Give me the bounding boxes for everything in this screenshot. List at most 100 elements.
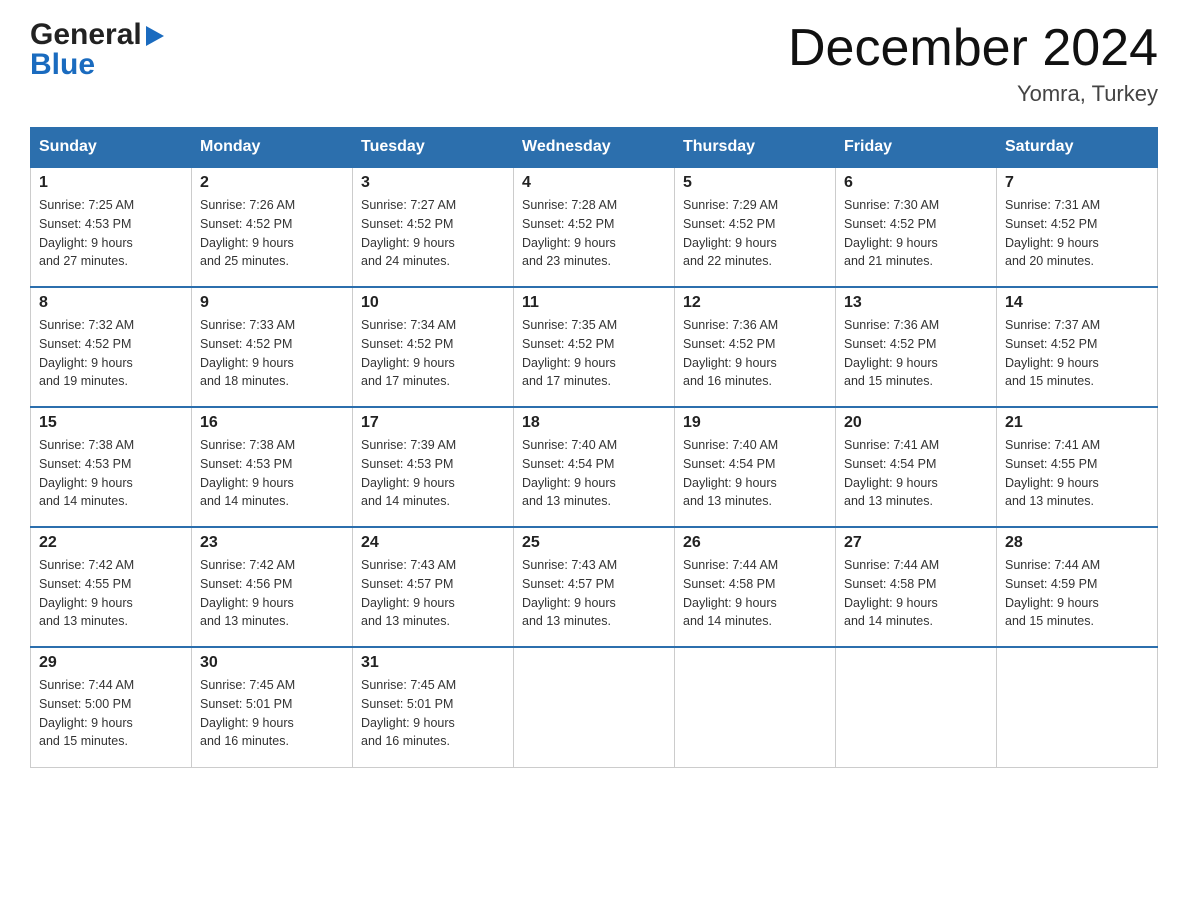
day-cell-6: 6 Sunrise: 7:30 AM Sunset: 4:52 PM Dayli… <box>836 167 997 287</box>
day-number: 18 <box>522 414 666 432</box>
day-info: Sunrise: 7:41 AM Sunset: 4:55 PM Dayligh… <box>1005 436 1149 511</box>
header-wednesday: Wednesday <box>514 128 675 168</box>
day-number: 11 <box>522 294 666 312</box>
day-info: Sunrise: 7:38 AM Sunset: 4:53 PM Dayligh… <box>39 436 183 511</box>
day-cell-30: 30 Sunrise: 7:45 AM Sunset: 5:01 PM Dayl… <box>192 647 353 767</box>
day-cell-21: 21 Sunrise: 7:41 AM Sunset: 4:55 PM Dayl… <box>997 407 1158 527</box>
day-number: 7 <box>1005 174 1149 192</box>
day-cell-19: 19 Sunrise: 7:40 AM Sunset: 4:54 PM Dayl… <box>675 407 836 527</box>
day-number: 5 <box>683 174 827 192</box>
day-info: Sunrise: 7:42 AM Sunset: 4:56 PM Dayligh… <box>200 556 344 631</box>
day-number: 30 <box>200 654 344 672</box>
empty-cell-w4-c4 <box>675 647 836 767</box>
day-info: Sunrise: 7:43 AM Sunset: 4:57 PM Dayligh… <box>361 556 505 631</box>
calendar-table: SundayMondayTuesdayWednesdayThursdayFrid… <box>30 127 1158 768</box>
day-number: 2 <box>200 174 344 192</box>
empty-cell-w4-c3 <box>514 647 675 767</box>
day-cell-24: 24 Sunrise: 7:43 AM Sunset: 4:57 PM Dayl… <box>353 527 514 647</box>
day-number: 21 <box>1005 414 1149 432</box>
day-cell-27: 27 Sunrise: 7:44 AM Sunset: 4:58 PM Dayl… <box>836 527 997 647</box>
day-info: Sunrise: 7:34 AM Sunset: 4:52 PM Dayligh… <box>361 316 505 391</box>
day-info: Sunrise: 7:29 AM Sunset: 4:52 PM Dayligh… <box>683 196 827 271</box>
day-number: 23 <box>200 534 344 552</box>
day-number: 8 <box>39 294 183 312</box>
day-info: Sunrise: 7:44 AM Sunset: 4:58 PM Dayligh… <box>844 556 988 631</box>
day-number: 3 <box>361 174 505 192</box>
day-number: 6 <box>844 174 988 192</box>
week-row-5: 29 Sunrise: 7:44 AM Sunset: 5:00 PM Dayl… <box>31 647 1158 767</box>
day-cell-22: 22 Sunrise: 7:42 AM Sunset: 4:55 PM Dayl… <box>31 527 192 647</box>
day-number: 24 <box>361 534 505 552</box>
header-friday: Friday <box>836 128 997 168</box>
day-cell-4: 4 Sunrise: 7:28 AM Sunset: 4:52 PM Dayli… <box>514 167 675 287</box>
day-cell-15: 15 Sunrise: 7:38 AM Sunset: 4:53 PM Dayl… <box>31 407 192 527</box>
day-cell-2: 2 Sunrise: 7:26 AM Sunset: 4:52 PM Dayli… <box>192 167 353 287</box>
day-number: 15 <box>39 414 183 432</box>
day-info: Sunrise: 7:44 AM Sunset: 4:58 PM Dayligh… <box>683 556 827 631</box>
day-info: Sunrise: 7:26 AM Sunset: 4:52 PM Dayligh… <box>200 196 344 271</box>
empty-cell-w4-c6 <box>997 647 1158 767</box>
day-info: Sunrise: 7:37 AM Sunset: 4:52 PM Dayligh… <box>1005 316 1149 391</box>
day-info: Sunrise: 7:44 AM Sunset: 4:59 PM Dayligh… <box>1005 556 1149 631</box>
header-monday: Monday <box>192 128 353 168</box>
day-number: 31 <box>361 654 505 672</box>
day-info: Sunrise: 7:31 AM Sunset: 4:52 PM Dayligh… <box>1005 196 1149 271</box>
header-saturday: Saturday <box>997 128 1158 168</box>
day-info: Sunrise: 7:35 AM Sunset: 4:52 PM Dayligh… <box>522 316 666 391</box>
day-info: Sunrise: 7:27 AM Sunset: 4:52 PM Dayligh… <box>361 196 505 271</box>
week-row-3: 15 Sunrise: 7:38 AM Sunset: 4:53 PM Dayl… <box>31 407 1158 527</box>
day-cell-5: 5 Sunrise: 7:29 AM Sunset: 4:52 PM Dayli… <box>675 167 836 287</box>
day-cell-29: 29 Sunrise: 7:44 AM Sunset: 5:00 PM Dayl… <box>31 647 192 767</box>
logo: General Blue <box>30 20 164 80</box>
day-cell-20: 20 Sunrise: 7:41 AM Sunset: 4:54 PM Dayl… <box>836 407 997 527</box>
day-info: Sunrise: 7:40 AM Sunset: 4:54 PM Dayligh… <box>522 436 666 511</box>
logo-general: General <box>30 20 142 50</box>
day-cell-17: 17 Sunrise: 7:39 AM Sunset: 4:53 PM Dayl… <box>353 407 514 527</box>
day-cell-18: 18 Sunrise: 7:40 AM Sunset: 4:54 PM Dayl… <box>514 407 675 527</box>
day-info: Sunrise: 7:25 AM Sunset: 4:53 PM Dayligh… <box>39 196 183 271</box>
day-number: 25 <box>522 534 666 552</box>
header-tuesday: Tuesday <box>353 128 514 168</box>
week-row-4: 22 Sunrise: 7:42 AM Sunset: 4:55 PM Dayl… <box>31 527 1158 647</box>
day-info: Sunrise: 7:39 AM Sunset: 4:53 PM Dayligh… <box>361 436 505 511</box>
day-cell-14: 14 Sunrise: 7:37 AM Sunset: 4:52 PM Dayl… <box>997 287 1158 407</box>
day-number: 10 <box>361 294 505 312</box>
day-number: 29 <box>39 654 183 672</box>
day-number: 27 <box>844 534 988 552</box>
week-row-1: 1 Sunrise: 7:25 AM Sunset: 4:53 PM Dayli… <box>31 167 1158 287</box>
day-cell-11: 11 Sunrise: 7:35 AM Sunset: 4:52 PM Dayl… <box>514 287 675 407</box>
day-info: Sunrise: 7:43 AM Sunset: 4:57 PM Dayligh… <box>522 556 666 631</box>
month-title: December 2024 <box>788 20 1158 77</box>
week-row-2: 8 Sunrise: 7:32 AM Sunset: 4:52 PM Dayli… <box>31 287 1158 407</box>
day-number: 14 <box>1005 294 1149 312</box>
day-number: 28 <box>1005 534 1149 552</box>
logo-blue: Blue <box>30 48 95 81</box>
calendar-header: SundayMondayTuesdayWednesdayThursdayFrid… <box>31 128 1158 168</box>
header-thursday: Thursday <box>675 128 836 168</box>
day-info: Sunrise: 7:45 AM Sunset: 5:01 PM Dayligh… <box>200 676 344 751</box>
day-cell-1: 1 Sunrise: 7:25 AM Sunset: 4:53 PM Dayli… <box>31 167 192 287</box>
day-cell-9: 9 Sunrise: 7:33 AM Sunset: 4:52 PM Dayli… <box>192 287 353 407</box>
day-cell-3: 3 Sunrise: 7:27 AM Sunset: 4:52 PM Dayli… <box>353 167 514 287</box>
header-sunday: Sunday <box>31 128 192 168</box>
day-number: 16 <box>200 414 344 432</box>
empty-cell-w4-c5 <box>836 647 997 767</box>
day-number: 9 <box>200 294 344 312</box>
day-cell-28: 28 Sunrise: 7:44 AM Sunset: 4:59 PM Dayl… <box>997 527 1158 647</box>
day-info: Sunrise: 7:36 AM Sunset: 4:52 PM Dayligh… <box>844 316 988 391</box>
day-info: Sunrise: 7:28 AM Sunset: 4:52 PM Dayligh… <box>522 196 666 271</box>
day-cell-31: 31 Sunrise: 7:45 AM Sunset: 5:01 PM Dayl… <box>353 647 514 767</box>
day-number: 12 <box>683 294 827 312</box>
day-info: Sunrise: 7:36 AM Sunset: 4:52 PM Dayligh… <box>683 316 827 391</box>
day-info: Sunrise: 7:33 AM Sunset: 4:52 PM Dayligh… <box>200 316 344 391</box>
day-number: 17 <box>361 414 505 432</box>
day-info: Sunrise: 7:38 AM Sunset: 4:53 PM Dayligh… <box>200 436 344 511</box>
day-info: Sunrise: 7:41 AM Sunset: 4:54 PM Dayligh… <box>844 436 988 511</box>
day-cell-16: 16 Sunrise: 7:38 AM Sunset: 4:53 PM Dayl… <box>192 407 353 527</box>
day-cell-7: 7 Sunrise: 7:31 AM Sunset: 4:52 PM Dayli… <box>997 167 1158 287</box>
day-cell-10: 10 Sunrise: 7:34 AM Sunset: 4:52 PM Dayl… <box>353 287 514 407</box>
day-cell-26: 26 Sunrise: 7:44 AM Sunset: 4:58 PM Dayl… <box>675 527 836 647</box>
day-info: Sunrise: 7:32 AM Sunset: 4:52 PM Dayligh… <box>39 316 183 391</box>
location: Yomra, Turkey <box>788 81 1158 107</box>
title-section: December 2024 Yomra, Turkey <box>788 20 1158 107</box>
